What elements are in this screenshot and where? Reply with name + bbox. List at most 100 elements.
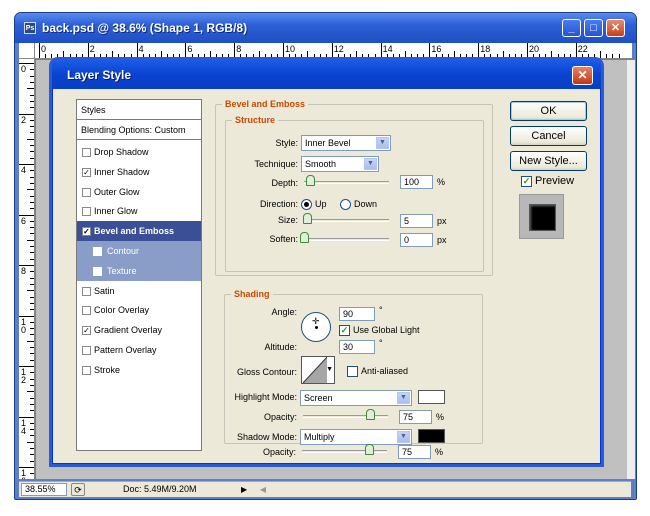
ruler-number: 20 (529, 44, 540, 54)
ruler-number: 4 (21, 165, 27, 175)
ruler-tick (30, 145, 34, 147)
layer-style-dialog: Layer Style ✕ Styles Blending Options: Cu… (52, 60, 601, 464)
altitude-input[interactable]: 30 (339, 340, 375, 354)
gloss-contour-picker[interactable]: ▼ (301, 356, 335, 384)
highlight-opacity-slider[interactable] (303, 415, 388, 418)
soften-slider[interactable] (304, 238, 389, 241)
soften-slider-thumb[interactable] (300, 232, 309, 243)
style-list-item-blending-options-custom[interactable]: Blending Options: Custom (77, 120, 201, 140)
shadow-color-swatch[interactable] (418, 429, 445, 443)
style-list-label: Color Overlay (94, 305, 150, 316)
ruler-corner[interactable] (19, 43, 35, 59)
document-title-bar[interactable]: Ps back.psd @ 38.6% (Shape 1, RGB/8) _ □… (15, 13, 636, 43)
vertical-scrollbar[interactable] (627, 60, 635, 479)
ruler-tick (27, 239, 34, 241)
ruler-tick (453, 51, 455, 58)
depth-slider-thumb[interactable] (306, 175, 315, 186)
soften-input[interactable]: 0 (400, 233, 433, 247)
highlight-opacity-thumb[interactable] (366, 409, 375, 420)
maximize-button[interactable]: □ (584, 19, 603, 37)
size-slider-thumb[interactable] (303, 213, 312, 224)
close-button[interactable]: ✕ (606, 19, 625, 37)
ruler-tick (45, 54, 47, 58)
style-checkbox[interactable] (93, 247, 102, 256)
style-list-item-satin[interactable]: Satin (77, 281, 201, 301)
horizontal-ruler[interactable]: 0 2 4 6 8 10 12 14 16 18 20 22 (35, 43, 632, 59)
scroll-left-icon[interactable]: ◀ (257, 483, 269, 496)
direction-up-radio[interactable] (301, 199, 312, 210)
new-style-button[interactable]: New Style... (510, 151, 587, 171)
ruler-tick (30, 283, 34, 285)
style-list-item-drop-shadow[interactable]: Drop Shadow (77, 142, 201, 162)
ruler-tick (30, 107, 34, 109)
ruler-tick (441, 54, 443, 58)
style-checkbox[interactable] (93, 266, 102, 276)
anti-aliased-checkbox[interactable] (347, 366, 358, 377)
style-list-item-pattern-overlay[interactable]: Pattern Overlay (77, 340, 201, 360)
minimize-button[interactable]: _ (562, 19, 581, 37)
style-checkbox[interactable] (82, 187, 91, 197)
style-list-item-texture[interactable]: Texture (77, 260, 201, 281)
style-value: Inner Bevel (305, 138, 351, 148)
ruler-tick (209, 51, 211, 58)
style-list-item-outer-glow[interactable]: Outer Glow (77, 182, 201, 202)
ruler-number: 14 (382, 44, 393, 54)
zoom-field[interactable]: 38.55% (21, 483, 67, 496)
style-checkbox[interactable]: ✓ (82, 227, 91, 237)
ruler-number: 6 (187, 44, 193, 54)
shadow-opacity-input[interactable]: 75 (398, 445, 431, 459)
style-checkbox[interactable]: ✓ (82, 167, 91, 177)
style-list-item-contour[interactable]: Contour (77, 241, 201, 261)
highlight-opacity-input[interactable]: 75 (399, 410, 432, 424)
style-checkbox[interactable] (82, 365, 91, 375)
status-refresh-icon[interactable]: ⟳ (71, 483, 85, 496)
highlight-mode-select[interactable]: Screen ▼ (300, 390, 412, 406)
ruler-tick (27, 88, 34, 90)
ruler-tick (459, 54, 461, 58)
size-slider[interactable] (304, 219, 389, 222)
shadow-opacity-slider[interactable] (302, 450, 387, 453)
ruler-tick (39, 43, 40, 58)
cancel-button[interactable]: Cancel (510, 126, 587, 146)
shadow-mode-label: Shadow Mode: (236, 432, 297, 442)
depth-slider[interactable] (304, 181, 389, 184)
ruler-tick (81, 54, 83, 58)
shadow-opacity-thumb[interactable] (365, 444, 374, 455)
style-list-item-color-overlay[interactable]: Color Overlay (77, 300, 201, 320)
style-checkbox[interactable] (82, 207, 91, 217)
direction-down-radio[interactable] (340, 199, 351, 210)
style-checkbox[interactable]: ✓ (82, 326, 91, 336)
style-checkbox[interactable] (82, 148, 91, 157)
status-menu-arrow-icon[interactable]: ▶ (241, 483, 251, 496)
shadow-mode-select[interactable]: Multiply ▼ (300, 429, 412, 445)
dialog-close-button[interactable]: ✕ (572, 66, 593, 85)
angle-input[interactable]: 90 (339, 307, 375, 321)
ruler-tick (30, 347, 34, 349)
style-checkbox[interactable] (82, 346, 91, 355)
use-global-light-checkbox[interactable]: ✓ (339, 325, 350, 336)
style-list-item-inner-glow[interactable]: Inner Glow (77, 201, 201, 221)
style-list-item-stroke[interactable]: Stroke (77, 360, 201, 380)
size-input[interactable]: 5 (400, 214, 433, 228)
style-list-label: Satin (94, 285, 115, 296)
preview-checkbox[interactable]: ✓ (521, 176, 532, 187)
ruler-tick (30, 302, 34, 304)
angle-dial[interactable]: ✛ (301, 312, 331, 342)
style-list-item-bevel-and-emboss[interactable]: ✓ Bevel and Emboss (77, 221, 201, 242)
style-checkbox[interactable] (82, 306, 91, 316)
style-checkbox[interactable] (82, 286, 91, 296)
ruler-tick (307, 51, 309, 58)
style-list-item-gradient-overlay[interactable]: ✓ Gradient Overlay (77, 320, 201, 340)
direction-down-label: Down (354, 199, 378, 209)
technique-select[interactable]: Smooth ▼ (301, 156, 379, 172)
ok-button[interactable]: OK (510, 101, 587, 121)
style-list-item-styles[interactable]: Styles (77, 100, 201, 120)
highlight-color-swatch[interactable] (418, 390, 445, 404)
dialog-title-bar[interactable]: Layer Style ✕ (52, 60, 601, 89)
style-list-item-inner-shadow[interactable]: ✓ Inner Shadow (77, 162, 201, 182)
vertical-ruler[interactable]: 0 2 4 6 8 1 0 1 2 1 4 1 6 (19, 59, 35, 479)
depth-input[interactable]: 100 (400, 175, 433, 189)
style-select[interactable]: Inner Bevel ▼ (301, 135, 391, 151)
style-list-label: Blending Options: Custom (81, 125, 186, 135)
ruler-tick (502, 51, 504, 58)
